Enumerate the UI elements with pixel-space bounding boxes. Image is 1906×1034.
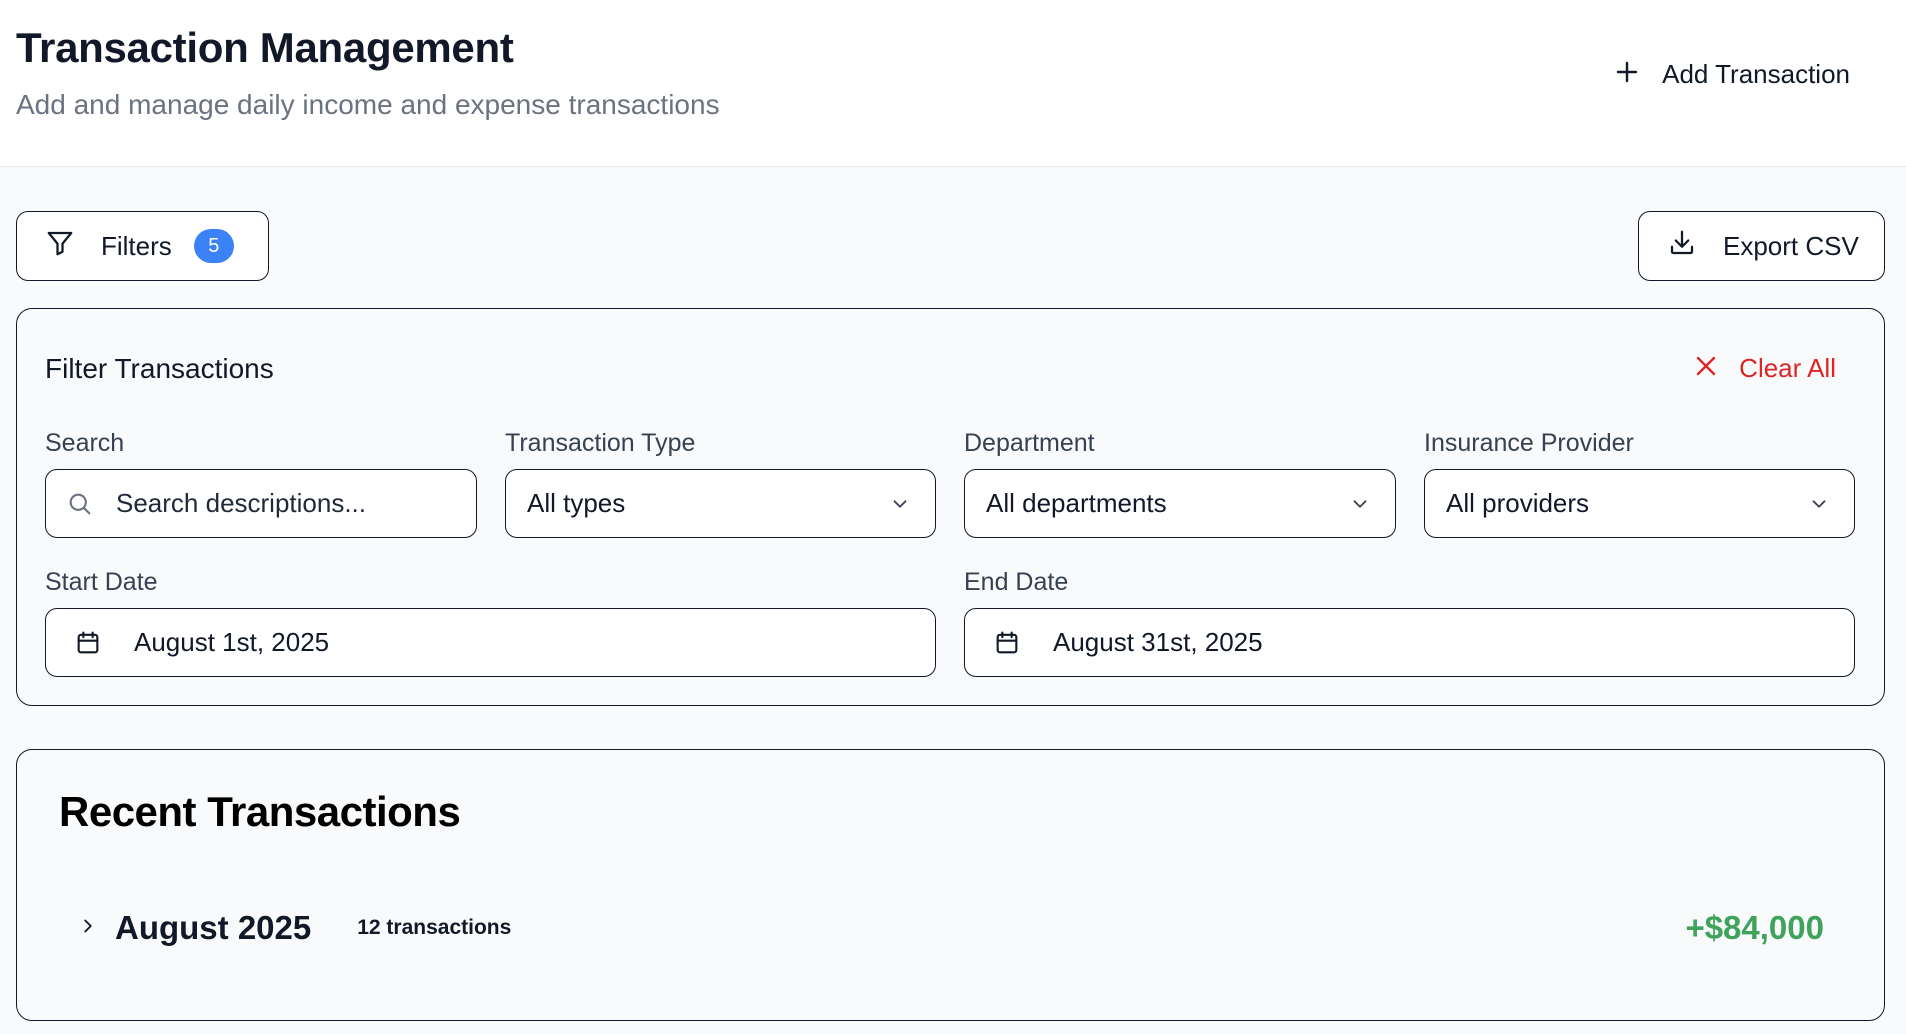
filters-label: Filters bbox=[101, 230, 172, 261]
export-csv-button[interactable]: Export CSV bbox=[1638, 211, 1885, 281]
transaction-type-select[interactable]: All types bbox=[505, 469, 936, 538]
department-label: Department bbox=[964, 429, 1095, 457]
chevron-down-icon bbox=[889, 493, 911, 515]
month-group-row[interactable]: August 2025 12 transactions +$84,000 bbox=[77, 902, 1824, 954]
department-select[interactable]: All departments bbox=[964, 469, 1396, 538]
search-label: Search bbox=[45, 429, 125, 457]
clear-all-button[interactable]: Clear All bbox=[1695, 353, 1836, 384]
department-value: All departments bbox=[986, 488, 1167, 518]
insurance-provider-select[interactable]: All providers bbox=[1424, 469, 1855, 538]
recent-transactions-title: Recent Transactions bbox=[59, 788, 461, 835]
chevron-down-icon bbox=[1349, 493, 1371, 515]
start-date-label: Start Date bbox=[45, 568, 158, 596]
filters-button[interactable]: Filters 5 bbox=[16, 211, 269, 281]
insurance-provider-value: All providers bbox=[1446, 488, 1590, 518]
filter-panel: Filter Transactions Clear All Search Tra… bbox=[16, 308, 1885, 706]
chevron-down-icon bbox=[1808, 493, 1830, 515]
transaction-type-value: All types bbox=[527, 488, 626, 518]
search-field[interactable] bbox=[45, 469, 477, 538]
transaction-type-label: Transaction Type bbox=[505, 429, 696, 457]
start-date-value: August 1st, 2025 bbox=[134, 627, 330, 657]
clear-all-label: Clear All bbox=[1739, 353, 1836, 383]
start-date-picker[interactable]: August 1st, 2025 bbox=[45, 608, 936, 677]
month-group-count: 12 transactions bbox=[357, 916, 512, 939]
end-date-label: End Date bbox=[964, 568, 1069, 596]
month-group-name: August 2025 bbox=[115, 909, 312, 946]
recent-transactions-panel: Recent Transactions August 2025 12 trans… bbox=[16, 749, 1885, 1021]
filter-icon bbox=[45, 228, 75, 265]
search-input[interactable] bbox=[116, 488, 436, 519]
export-csv-label: Export CSV bbox=[1723, 230, 1859, 261]
calendar-icon bbox=[74, 629, 102, 657]
page-header: Transaction Management Add and manage da… bbox=[0, 0, 1906, 167]
chevron-right-icon bbox=[77, 915, 99, 942]
add-transaction-button[interactable]: Add Transaction bbox=[1616, 52, 1850, 96]
filter-panel-title: Filter Transactions bbox=[45, 353, 274, 384]
add-transaction-label: Add Transaction bbox=[1662, 58, 1850, 89]
end-date-picker[interactable]: August 31st, 2025 bbox=[964, 608, 1855, 677]
insurance-provider-label: Insurance Provider bbox=[1424, 429, 1634, 457]
plus-icon bbox=[1616, 59, 1638, 90]
calendar-icon bbox=[993, 629, 1021, 657]
month-group-total: +$84,000 bbox=[1685, 909, 1824, 946]
download-icon bbox=[1667, 228, 1697, 265]
filters-count-badge: 5 bbox=[193, 229, 234, 263]
search-icon bbox=[66, 490, 94, 518]
close-icon bbox=[1695, 353, 1717, 384]
page-subtitle: Add and manage daily income and expense … bbox=[16, 89, 720, 120]
end-date-value: August 31st, 2025 bbox=[1053, 627, 1263, 657]
page-title: Transaction Management bbox=[16, 24, 514, 71]
